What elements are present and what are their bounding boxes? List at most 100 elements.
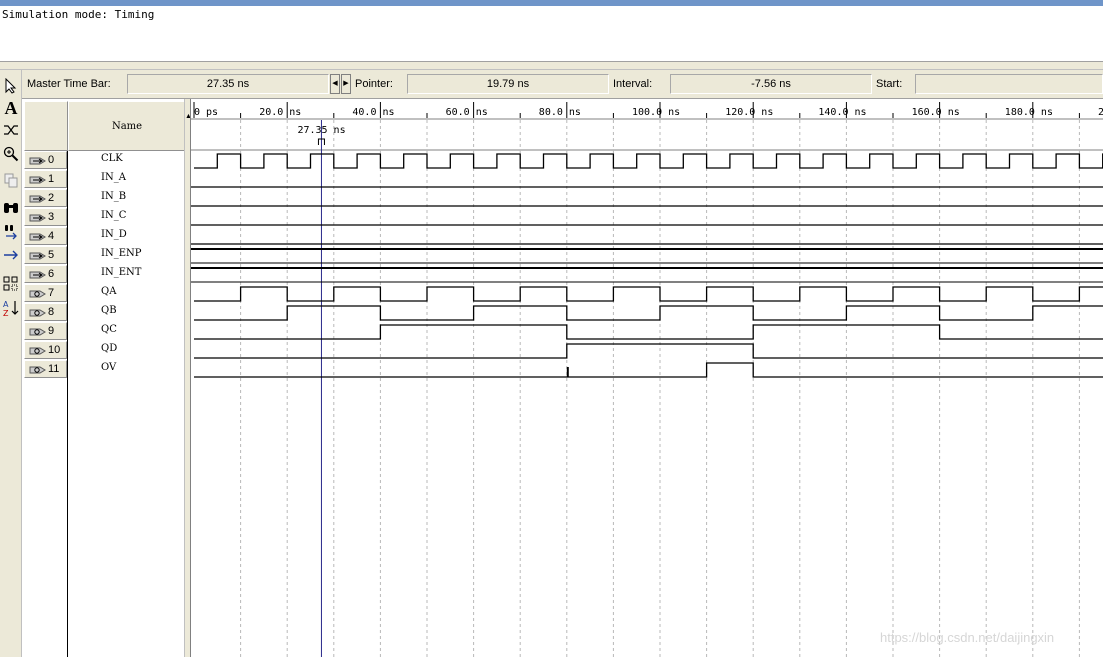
interval-field: -7.56 ns [670, 74, 872, 94]
signal-index-cell: 9 [24, 322, 67, 340]
signal-index-cell: 7 [24, 284, 67, 302]
input-pin-icon [29, 233, 46, 241]
find-icon[interactable] [1, 198, 21, 218]
signal-index-cell: 2 [24, 189, 67, 207]
name-column-header[interactable]: Name [68, 101, 186, 151]
signal-index: 7 [48, 287, 55, 299]
output-pin-icon [29, 309, 46, 317]
copy-icon[interactable] [1, 170, 21, 190]
ruler-tick-label: 120.0 ns [725, 107, 773, 118]
cursor-time-label: 27.35 ns [297, 125, 345, 136]
index-column-header [24, 101, 68, 151]
signal-row[interactable]: 6 IN_ENT [24, 265, 176, 284]
signal-row[interactable]: 8 QB [24, 303, 176, 322]
svg-text:Z: Z [3, 309, 9, 317]
signal-name: QD [101, 343, 118, 354]
next-arrow-button[interactable]: ▶ [341, 74, 351, 94]
pointer-field: 19.79 ns [407, 74, 609, 94]
signal-index: 2 [48, 192, 55, 204]
waveform-view[interactable]: 0 ps 20.0 ns 40.0 ns 60.0 ns 80.0 ns 100.0 ns… [190, 99, 1103, 657]
signal-row[interactable]: 9 QC [24, 322, 176, 341]
name-table-header: Name [24, 101, 186, 151]
simulation-mode-text: Simulation mode: Timing [2, 8, 155, 21]
waveform-canvas[interactable]: 0 ps 20.0 ns 40.0 ns 60.0 ns 80.0 ns 100.0 ns… [191, 99, 1103, 657]
watermark-text: https://blog.csdn.net/daijingxin [880, 630, 1055, 645]
master-time-bar-field[interactable]: 27.35 ns [127, 74, 329, 94]
input-pin-icon [29, 195, 46, 203]
replace-icon[interactable] [1, 222, 21, 242]
grid-icon[interactable] [1, 274, 21, 294]
start-field[interactable] [915, 74, 1103, 94]
signal-index-cell: 4 [24, 227, 67, 245]
master-time-bar-label: Master Time Bar: [27, 78, 111, 90]
signal-index: 8 [48, 306, 55, 318]
ruler-tick-label: 0 ps [194, 107, 218, 118]
signal-index: 0 [48, 154, 55, 166]
panel-separator[interactable] [0, 62, 1103, 70]
signal-index: 9 [48, 325, 55, 337]
signal-name-table: Name 0 CLK 1 IN_A 2 IN_B 3 IN_C 4 IN_D 5 IN_ENP 6 IN_… [22, 99, 190, 657]
signal-name: QA [101, 286, 117, 297]
signal-index-cell: 11 [24, 360, 67, 378]
signal-row[interactable]: 11 OV [24, 360, 176, 379]
signal-index: 10 [48, 344, 61, 356]
waveform-ov [194, 362, 1103, 378]
signal-row[interactable]: 4 IN_D [24, 227, 176, 246]
waveform-qb [194, 305, 1103, 321]
signal-index-cell: 0 [24, 151, 67, 169]
signal-row[interactable]: 1 IN_A [24, 170, 176, 189]
signal-index: 1 [48, 173, 55, 185]
arrow-icon[interactable] [1, 245, 21, 265]
signal-index-cell: 1 [24, 170, 67, 188]
signal-index: 6 [48, 268, 55, 280]
waveform-qd [194, 343, 1103, 359]
ruler-tick-label: 40.0 ns [352, 107, 394, 118]
signal-index-cell: 10 [24, 341, 67, 359]
signal-name: OV [101, 362, 117, 373]
signal-index-cell: 8 [24, 303, 67, 321]
ruler-tick-label: 2 [1098, 107, 1103, 118]
input-pin-icon [29, 271, 46, 279]
signal-row[interactable]: 3 IN_C [24, 208, 176, 227]
signal-row[interactable]: 2 IN_B [24, 189, 176, 208]
pointer-icon[interactable] [1, 76, 21, 96]
zoom-icon[interactable] [1, 144, 21, 164]
ruler-tick-label: 160.0 ns [912, 107, 960, 118]
signal-row[interactable]: 10 QD [24, 341, 176, 360]
waveform-qc [194, 324, 1103, 340]
input-pin-icon [29, 176, 46, 184]
time-bar: Master Time Bar: 27.35 ns ◀ ▶ Pointer: 1… [22, 70, 1103, 99]
input-pin-icon [29, 157, 46, 165]
start-label: Start: [876, 78, 903, 90]
waveform-editing-icon[interactable] [1, 120, 21, 140]
signal-row[interactable]: 7 QA [24, 284, 176, 303]
waveform-qa [194, 286, 1103, 302]
signal-index-cell: 5 [24, 246, 67, 264]
signal-index-cell: 3 [24, 208, 67, 226]
input-pin-icon [29, 252, 46, 260]
output-pin-icon [29, 347, 46, 355]
signal-name: QC [101, 324, 117, 335]
sort-icon[interactable]: AZ [1, 298, 21, 318]
input-pin-icon [29, 214, 46, 222]
signal-index-cell: 6 [24, 265, 67, 283]
simulation-mode-panel: Simulation mode: Timing [0, 6, 1103, 62]
signal-name: IN_C [101, 210, 127, 221]
interval-label: Interval: [613, 78, 653, 90]
signal-row[interactable]: 5 IN_ENP [24, 246, 176, 265]
signal-row[interactable]: 0 CLK [24, 151, 176, 170]
signal-index: 4 [48, 230, 55, 242]
name-header-label: Name [111, 121, 143, 132]
signal-index: 11 [48, 363, 60, 375]
signal-name: QB [101, 305, 117, 316]
waveform-clk [194, 153, 1103, 169]
ruler-tick-label: 60.0 ns [446, 107, 488, 118]
waveform-toolbar: A AZ [0, 70, 22, 657]
signal-name: IN_D [101, 229, 127, 240]
ruler-tick-label: 100.0 ns [632, 107, 680, 118]
text-tool-icon[interactable]: A [1, 98, 21, 118]
prev-arrow-button[interactable]: ◀ [330, 74, 340, 94]
signal-index: 5 [48, 249, 55, 261]
output-pin-icon [29, 328, 46, 336]
signal-name: CLK [101, 153, 123, 164]
